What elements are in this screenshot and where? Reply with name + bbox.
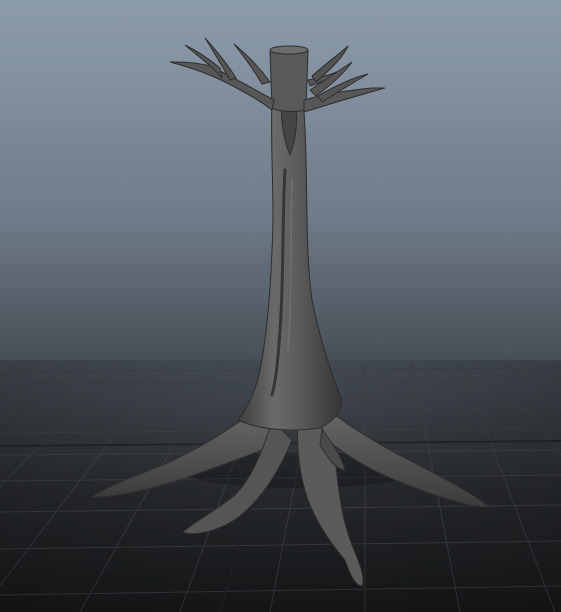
trunk-stump-top — [269, 47, 309, 112]
stump-cap — [269, 45, 309, 55]
3d-viewport[interactable] — [0, 0, 561, 612]
viewport-canvas[interactable] — [0, 0, 561, 612]
